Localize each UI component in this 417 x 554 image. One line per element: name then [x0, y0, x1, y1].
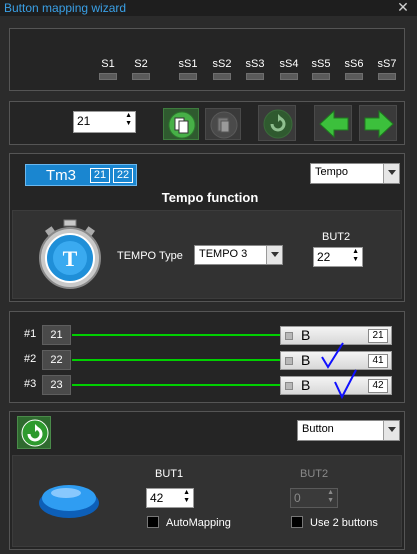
chevron-down-icon[interactable]: [383, 164, 399, 183]
switch-label: sS4: [279, 58, 299, 70]
tempo-tab-label: Tm3: [46, 167, 76, 184]
switch-indicator: [280, 73, 298, 80]
refresh-icon: [21, 419, 49, 447]
copy-button[interactable]: [163, 108, 199, 140]
slot-checkbox[interactable]: [285, 332, 293, 340]
mapping-link-line: [72, 384, 280, 386]
switch-label: S2: [134, 58, 148, 70]
tempo-but2-stepper[interactable]: 22 ▲ ▼: [313, 247, 363, 267]
switch-indicator: [246, 73, 264, 80]
svg-text:T: T: [63, 246, 78, 271]
switch-label: sS7: [377, 58, 397, 70]
slot-text: B: [301, 352, 311, 368]
window-title: Button mapping wizard: [4, 1, 127, 15]
use-two-buttons-label: Use 2 buttons: [310, 517, 378, 529]
number-stepper[interactable]: 21 ▲ ▼: [73, 111, 136, 133]
stepper-arrows-icon: ▲ ▼: [327, 489, 334, 504]
slot-text: B: [301, 377, 311, 393]
tempo-mode-select[interactable]: Tempo: [310, 163, 400, 184]
tempo-tab-badge-1: 21: [90, 168, 110, 183]
mapping-row-label: #3: [24, 378, 37, 390]
chevron-down-icon[interactable]: [266, 246, 282, 264]
tempo-type-label: TEMPO Type: [117, 250, 183, 262]
mapping-link-line: [72, 359, 280, 361]
slot-text: B: [301, 327, 311, 343]
next-button[interactable]: [359, 105, 397, 141]
but2-label: BUT2: [300, 468, 329, 480]
button-mode-select[interactable]: Button: [297, 420, 400, 441]
mapping-row-input[interactable]: 21: [42, 325, 71, 345]
use-two-buttons-checkbox[interactable]: [291, 516, 303, 528]
tempo-type-select[interactable]: TEMPO 3: [194, 245, 283, 265]
switch-indicator: [132, 73, 150, 80]
number-stepper-value: 21: [77, 114, 91, 128]
mapping-row-input[interactable]: 23: [42, 375, 71, 395]
button-mode-value: Button: [302, 423, 334, 435]
button-reset[interactable]: [17, 416, 51, 449]
mapping-row-label: #2: [24, 353, 37, 365]
paste-icon: [210, 111, 238, 139]
tempo-but2-label: BUT2: [322, 231, 351, 243]
tempo-tab[interactable]: Tm3 21 22: [25, 164, 137, 186]
stepper-arrows-icon[interactable]: ▲ ▼: [183, 489, 190, 505]
switch-label: sS3: [245, 58, 265, 70]
switch-indicator: [345, 73, 363, 80]
slot-number: 42: [368, 379, 388, 393]
but1-value: 42: [150, 491, 164, 505]
tempo-heading: Tempo function: [161, 190, 259, 205]
automapping-checkbox[interactable]: [147, 516, 159, 528]
tempo-but2-value: 22: [317, 250, 331, 264]
previous-button[interactable]: [314, 105, 352, 141]
mapping-row-input[interactable]: 22: [42, 350, 71, 370]
slot-number: 21: [368, 329, 388, 343]
copy-icon: [168, 111, 196, 139]
stopwatch-icon: T: [39, 219, 101, 289]
stepper-arrows-icon[interactable]: ▲ ▼: [352, 248, 359, 264]
tempo-mode-value: Tempo: [315, 166, 349, 178]
but1-stepper[interactable]: 42 ▲ ▼: [146, 488, 194, 508]
slot-checkbox[interactable]: [285, 382, 293, 390]
chevron-down-icon[interactable]: [383, 421, 399, 440]
slot-number: 41: [368, 354, 388, 368]
automapping-label: AutoMapping: [166, 517, 231, 529]
reset-button[interactable]: [258, 105, 296, 141]
mapping-row-label: #1: [24, 328, 37, 340]
close-icon[interactable]: ✕: [393, 0, 413, 15]
tempo-tab-badge-2: 22: [113, 168, 133, 183]
switch-label: sS6: [344, 58, 364, 70]
switch-label: sS5: [311, 58, 331, 70]
mapping-link-line: [72, 334, 280, 336]
switch-indicator: [179, 73, 197, 80]
switch-label: sS2: [212, 58, 232, 70]
switch-indicator: [312, 73, 330, 80]
switch-indicator: [213, 73, 231, 80]
but2-value: 0: [294, 491, 301, 505]
paste-button[interactable]: [205, 108, 241, 140]
switch-label: sS1: [178, 58, 198, 70]
button-icon: [39, 485, 99, 518]
stepper-arrows-icon[interactable]: ▲ ▼: [125, 112, 132, 128]
tempo-type-value: TEMPO 3: [199, 248, 248, 260]
checkmark-annotation-icon: [321, 342, 357, 400]
switch-indicator: [378, 73, 396, 80]
slot-checkbox[interactable]: [285, 357, 293, 365]
switch-label: S1: [101, 58, 115, 70]
arrow-right-icon: [364, 109, 394, 139]
refresh-icon: [263, 109, 293, 139]
but1-label: BUT1: [155, 468, 184, 480]
but2-stepper: 0 ▲ ▼: [290, 488, 338, 508]
arrow-left-icon: [319, 109, 349, 139]
switch-indicator: [99, 73, 117, 80]
